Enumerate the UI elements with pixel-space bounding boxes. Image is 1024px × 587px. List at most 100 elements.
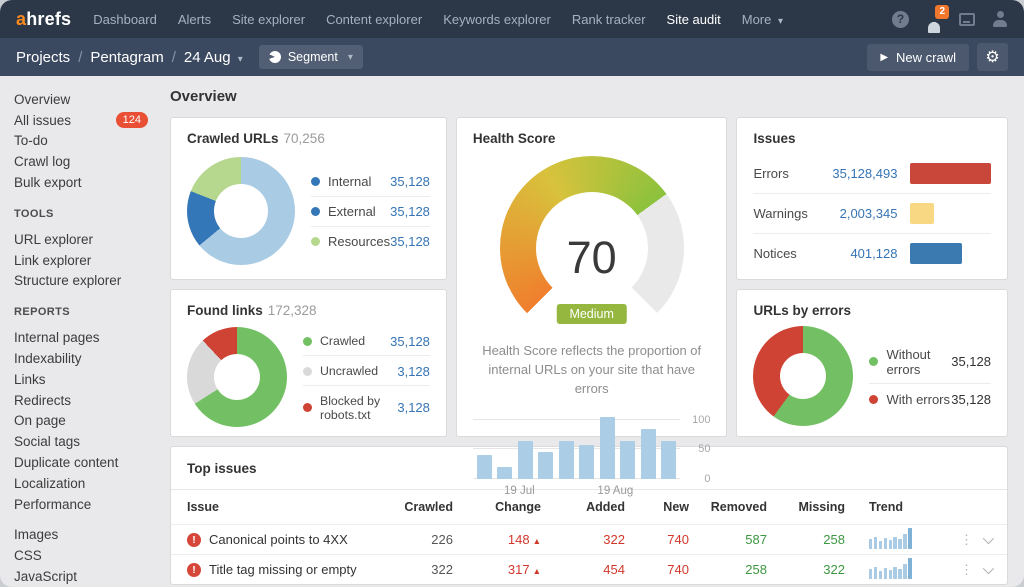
breadcrumb-separator: / <box>172 49 176 66</box>
uncrawled-value-link[interactable]: 3,128 <box>397 364 430 379</box>
sidebar-item-redirects[interactable]: Redirects <box>14 390 158 411</box>
change-up-icon: ▲ <box>533 536 541 546</box>
warnings-value-link[interactable]: 2,003,345 <box>817 206 897 221</box>
table-row-canonical-4xx: !Canonical points to 4XX 226 148▲ 322 74… <box>171 524 1007 554</box>
resources-value-link[interactable]: 35,128 <box>390 234 430 249</box>
nav-item-content-explorer[interactable]: Content explorer <box>326 12 422 27</box>
issue-name-link[interactable]: Title tag missing or empty <box>209 562 357 577</box>
issues-row-errors: Errors 35,128,493 <box>753 154 991 194</box>
sidebar-item-all-issues[interactable]: All issues124 <box>14 110 158 131</box>
removed-cell[interactable]: 258 <box>689 562 767 577</box>
row-expand-chevron-icon[interactable] <box>983 562 994 573</box>
nav-item-keywords-explorer[interactable]: Keywords explorer <box>443 12 551 27</box>
issues-card: Issues Errors 35,128,493 Warnings 2,003,… <box>736 117 1008 280</box>
segment-button[interactable]: Segment ▾ <box>259 45 363 69</box>
missing-cell[interactable]: 322 <box>767 562 845 577</box>
col-header-missing[interactable]: Missing <box>767 500 845 514</box>
new-cell[interactable]: 740 <box>625 562 689 577</box>
settings-gear-button[interactable]: ⚙ <box>977 43 1008 71</box>
all-issues-count-badge: 124 <box>116 112 148 128</box>
sidebar-item-images[interactable]: Images <box>14 525 158 546</box>
col-header-removed[interactable]: Removed <box>689 500 767 514</box>
row-menu-icon[interactable]: ⋮ <box>960 562 973 578</box>
sidebar-item-performance[interactable]: Performance <box>14 494 158 515</box>
internal-value-link[interactable]: 35,128 <box>390 174 430 189</box>
crawled-value-link[interactable]: 35,128 <box>390 334 430 349</box>
sidebar-item-social-tags[interactable]: Social tags <box>14 431 158 452</box>
table-row-title-missing: ! Title tag missing or empty 322 317▲ 454… <box>171 554 1007 584</box>
col-header-new[interactable]: New <box>625 500 689 514</box>
top-nav-menu: Dashboard Alerts Site explorer Content e… <box>93 12 783 27</box>
change-cell[interactable]: 317▲ <box>453 562 541 577</box>
nav-item-site-audit[interactable]: Site audit <box>667 12 721 27</box>
blocked-value-link[interactable]: 3,128 <box>397 400 430 415</box>
chevron-down-icon: ▾ <box>348 52 353 63</box>
top-nav-icons: ? 2 <box>892 11 1008 28</box>
uncrawled-dot-icon <box>303 367 312 376</box>
sidebar-item-structure-explorer[interactable]: Structure explorer <box>14 271 158 292</box>
col-header-issue[interactable]: Issue <box>187 500 381 514</box>
notices-value-link[interactable]: 401,128 <box>817 246 897 261</box>
sidebar-item-overview[interactable]: Overview <box>14 89 158 110</box>
with-errors-dot-icon <box>869 395 878 404</box>
top-nav: ahrefs Dashboard Alerts Site explorer Co… <box>0 0 1024 38</box>
col-header-crawled[interactable]: Crawled <box>381 500 453 514</box>
new-crawl-button[interactable]: ▶ New crawl <box>867 44 969 71</box>
sidebar-item-duplicate-content[interactable]: Duplicate content <box>14 452 158 473</box>
sidebar-item-link-explorer[interactable]: Link explorer <box>14 250 158 271</box>
new-cell[interactable]: 740 <box>625 532 689 547</box>
ahrefs-logo[interactable]: ahrefs <box>16 9 71 30</box>
sidebar-item-links[interactable]: Links <box>14 369 158 390</box>
errors-value-link[interactable]: 35,128,493 <box>817 166 897 181</box>
help-icon[interactable]: ? <box>892 11 909 28</box>
external-value-link[interactable]: 35,128 <box>390 204 430 219</box>
sidebar-item-css[interactable]: CSS <box>14 545 158 566</box>
sidebar-item-indexability[interactable]: Indexability <box>14 348 158 369</box>
col-header-added[interactable]: Added <box>541 500 625 514</box>
nav-item-site-explorer[interactable]: Site explorer <box>232 12 305 27</box>
found-links-donut-chart <box>187 327 287 427</box>
sidebar-item-crawl-log[interactable]: Crawl log <box>14 151 158 172</box>
added-cell[interactable]: 454 <box>541 562 625 577</box>
sidebar-item-todo[interactable]: To-do <box>14 131 158 152</box>
nav-item-more[interactable]: More ▾ <box>742 12 783 27</box>
nav-item-dashboard[interactable]: Dashboard <box>93 12 157 27</box>
row-menu-icon[interactable]: ⋮ <box>960 532 973 548</box>
nav-item-alerts[interactable]: Alerts <box>178 12 211 27</box>
crawl-date-selector[interactable]: 24 Aug ▾ <box>184 49 243 66</box>
change-cell[interactable]: 148▲ <box>453 532 541 547</box>
overview-grid: Crawled URLs70,256 Internal 35,128 E <box>170 117 1008 437</box>
row-expand-chevron-icon[interactable] <box>983 532 994 543</box>
sidebar-item-localization[interactable]: Localization <box>14 473 158 494</box>
breadcrumb-project-name[interactable]: Pentagram <box>90 49 163 66</box>
sidebar-section-tools: TOOLS <box>14 205 158 223</box>
removed-cell[interactable]: 587 <box>689 532 767 547</box>
content: Overview All issues124 To-do Crawl log B… <box>0 76 1024 587</box>
urls-by-errors-card: URLs by errors Without errors 35,128 <box>736 289 1008 437</box>
health-history-plot <box>473 415 681 479</box>
sidebar: Overview All issues124 To-do Crawl log B… <box>0 76 158 587</box>
missing-cell[interactable]: 258 <box>767 532 845 547</box>
chat-icon[interactable] <box>959 13 975 26</box>
chevron-down-icon: ▾ <box>778 16 783 27</box>
play-icon: ▶ <box>880 52 888 63</box>
blocked-dot-icon <box>303 403 312 412</box>
sidebar-item-bulk-export[interactable]: Bulk export <box>14 172 158 193</box>
added-cell[interactable]: 322 <box>541 532 625 547</box>
sidebar-item-javascript[interactable]: JavaScript <box>14 566 158 587</box>
user-account-icon[interactable] <box>992 11 1008 27</box>
legend-item-resources: Resources 35,128 <box>311 227 430 256</box>
error-icon: ! <box>187 563 201 577</box>
sidebar-item-url-explorer[interactable]: URL explorer <box>14 229 158 250</box>
external-dot-icon <box>311 207 320 216</box>
legend-item-blocked: Blocked by robots.txt 3,128 <box>303 386 430 428</box>
notifications-bell-icon[interactable]: 2 <box>926 11 942 27</box>
col-header-change[interactable]: Change <box>453 500 541 514</box>
sidebar-item-internal-pages[interactable]: Internal pages <box>14 327 158 348</box>
health-score-badge: Medium <box>556 304 626 324</box>
sidebar-item-on-page[interactable]: On page <box>14 411 158 432</box>
urls-by-errors-donut-chart <box>753 326 853 426</box>
nav-item-rank-tracker[interactable]: Rank tracker <box>572 12 646 27</box>
breadcrumb-projects[interactable]: Projects <box>16 49 70 66</box>
issue-name-link[interactable]: Canonical points to 4XX <box>209 532 348 547</box>
